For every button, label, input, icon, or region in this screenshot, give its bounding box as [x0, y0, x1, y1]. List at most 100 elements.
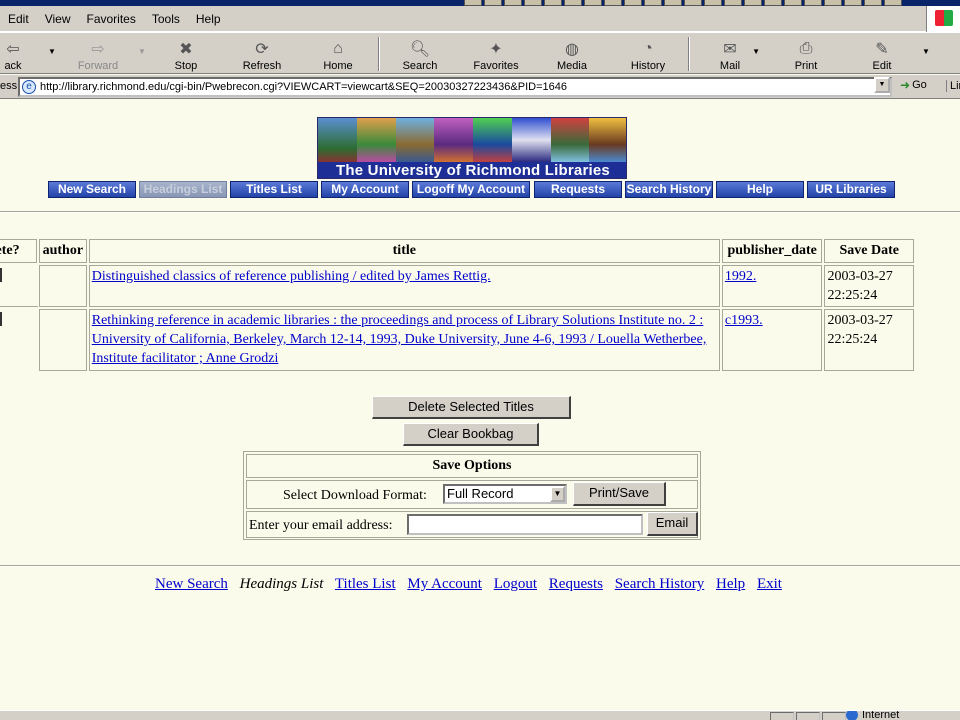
edit-label: Edit: [872, 60, 892, 72]
footer-new-search[interactable]: New Search: [155, 576, 228, 592]
refresh-label: Refresh: [242, 60, 282, 72]
menu-edit[interactable]: Edit: [0, 12, 35, 26]
nav-search-history[interactable]: Search History: [625, 181, 713, 198]
nav-logoff-my-account[interactable]: Logoff My Account: [412, 181, 530, 198]
header-save-date: Save Date: [824, 239, 914, 263]
refresh-button[interactable]: ⟳ Refresh: [240, 33, 284, 75]
delete-cell: [0, 309, 37, 371]
nav-headings-list: Headings List: [139, 181, 227, 198]
footer-titles-list[interactable]: Titles List: [335, 576, 396, 592]
title-cell: Distinguished classics of reference publ…: [88, 265, 720, 307]
home-button[interactable]: ⌂ Home: [320, 33, 356, 75]
footer-help[interactable]: Help: [716, 576, 745, 592]
history-icon: ◔: [643, 40, 653, 57]
menu-view[interactable]: View: [35, 12, 77, 26]
edit-dropdown-icon[interactable]: ▼: [922, 47, 930, 56]
favorites-label: Favorites: [473, 60, 519, 72]
print-save-button[interactable]: Print/Save: [573, 482, 666, 506]
go-button[interactable]: ➜ Go: [900, 78, 927, 92]
stop-label: Stop: [174, 60, 198, 72]
edit-button[interactable]: ✎ Edit: [866, 33, 898, 75]
menu-tools[interactable]: Tools: [142, 12, 186, 26]
banner-photos: [318, 118, 626, 162]
favorites-button[interactable]: ✦ Favorites: [472, 33, 520, 75]
download-format-select[interactable]: Full Record ▼: [443, 484, 567, 504]
publisher-date-link[interactable]: 1992.: [725, 269, 757, 284]
printer-icon: ⎙: [799, 40, 813, 57]
nav-help[interactable]: Help: [716, 181, 804, 198]
nav-titles-list[interactable]: Titles List: [230, 181, 318, 198]
table-header-row: Delete? author title publisher_date Save…: [0, 239, 914, 263]
save-options-heading: Save Options: [246, 454, 698, 478]
menu-favorites[interactable]: Favorites: [76, 12, 141, 26]
search-button[interactable]: 🔍︎ Search: [400, 33, 440, 75]
author-cell: [38, 309, 87, 371]
email-button[interactable]: Email: [647, 512, 698, 536]
address-dropdown-icon[interactable]: ▼: [874, 77, 890, 93]
nav-ur-libraries[interactable]: UR Libraries: [807, 181, 895, 198]
mail-icon: ✉: [723, 41, 737, 58]
download-format-value: Full Record: [447, 486, 514, 501]
back-dropdown-icon[interactable]: ▼: [48, 47, 56, 56]
title-link[interactable]: Distinguished classics of reference publ…: [92, 269, 491, 284]
forward-button[interactable]: ⇨ Forward: [76, 33, 120, 75]
footer-my-account[interactable]: My Account: [407, 576, 482, 592]
history-button[interactable]: ◔ History: [628, 33, 668, 75]
home-icon: ⌂: [333, 40, 343, 57]
forward-arrow-icon: ⇨: [91, 41, 105, 58]
mail-button[interactable]: ✉ Mail ▼: [712, 33, 760, 75]
footer-exit[interactable]: Exit: [757, 576, 782, 592]
banner-title: The University of Richmond Libraries: [318, 162, 626, 178]
menu-bar: Edit View Favorites Tools Help: [0, 6, 960, 32]
mail-label: Mail: [719, 60, 741, 72]
save-options-panel: Save Options Select Download Format: Ful…: [243, 451, 701, 540]
media-globe-icon: ◍: [565, 41, 579, 58]
windows-logo-icon: [926, 6, 960, 32]
refresh-icon: ⟳: [255, 41, 269, 58]
menu-help[interactable]: Help: [186, 12, 227, 26]
table-row: Rethinking reference in academic librari…: [0, 309, 914, 371]
back-button[interactable]: ⇦ ack: [0, 33, 28, 75]
email-label: Enter your email address:: [249, 518, 393, 533]
footer-headings-list: Headings List: [239, 576, 324, 592]
stop-button[interactable]: ✖ Stop: [168, 33, 204, 75]
history-label: History: [630, 60, 666, 72]
nav-new-search[interactable]: New Search: [48, 181, 136, 198]
table-row: Distinguished classics of reference publ…: [0, 265, 914, 307]
email-input[interactable]: [407, 514, 643, 535]
footer-requests[interactable]: Requests: [549, 576, 603, 592]
download-format-row: Select Download Format: Full Record ▼ Pr…: [246, 480, 698, 509]
status-bar: Internet: [0, 710, 960, 720]
row-divider: [0, 306, 38, 307]
nav-requests[interactable]: Requests: [534, 181, 622, 198]
delete-checkbox[interactable]: [0, 312, 2, 326]
search-label: Search: [402, 60, 438, 72]
nav-my-account[interactable]: My Account: [321, 181, 409, 198]
print-label: Print: [794, 60, 818, 72]
stop-icon: ✖: [179, 41, 193, 58]
back-arrow-icon: ⇦: [6, 41, 20, 58]
footer-search-history[interactable]: Search History: [615, 576, 705, 592]
title-cell: Rethinking reference in academic librari…: [88, 309, 720, 371]
header-delete: Delete?: [0, 239, 37, 263]
delete-selected-titles-button[interactable]: Delete Selected Titles: [372, 396, 571, 419]
header-author: author: [38, 239, 87, 263]
delete-checkbox[interactable]: [0, 268, 2, 282]
print-button[interactable]: ⎙ Print: [788, 33, 824, 75]
divider: [0, 211, 960, 213]
title-link[interactable]: Rethinking reference in academic librari…: [92, 313, 707, 366]
clear-bookbag-button[interactable]: Clear Bookbag: [403, 423, 539, 446]
browser-toolbar: ⇦ ack ▼ ⇨ Forward ▼ ✖ Stop ⟳ Refresh ⌂ H…: [0, 32, 960, 74]
back-label: ack: [4, 60, 22, 72]
footer-logout[interactable]: Logout: [494, 576, 537, 592]
status-cells: [770, 712, 846, 720]
publisher-date-cell: 1992.: [721, 265, 823, 307]
publisher-date-link[interactable]: c1993.: [725, 313, 763, 328]
media-button[interactable]: ◍ Media: [554, 33, 590, 75]
forward-dropdown-icon[interactable]: ▼: [138, 47, 146, 56]
links-label[interactable]: Lin: [946, 80, 960, 92]
mail-dropdown-icon: ▼: [752, 47, 760, 56]
address-bar: ess e http://library.richmond.edu/cgi-bi…: [0, 75, 960, 99]
divider: [0, 565, 960, 567]
address-input[interactable]: e http://library.richmond.edu/cgi-bin/Pw…: [18, 77, 892, 97]
